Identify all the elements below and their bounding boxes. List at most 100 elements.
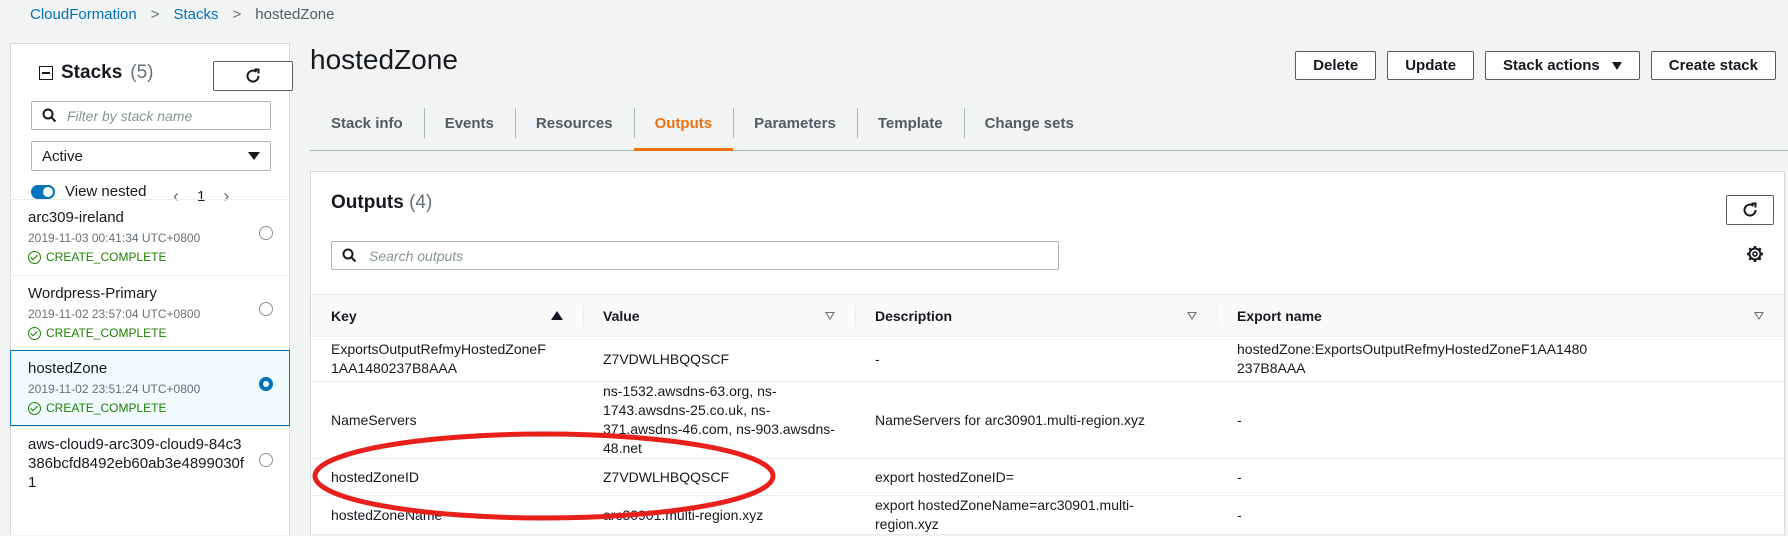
- check-circle-icon: [28, 401, 41, 415]
- column-label: Export name: [1237, 307, 1322, 324]
- cell-description: -: [855, 336, 1217, 382]
- sort-ascending-icon: [551, 311, 563, 320]
- column-label: Value: [603, 307, 640, 324]
- cell-export: -: [1217, 495, 1784, 535]
- stack-status: CREATE_COMPLETE: [28, 326, 289, 340]
- breadcrumb-cloudformation[interactable]: CloudFormation: [30, 6, 137, 23]
- stack-name[interactable]: hostedZone: [28, 359, 289, 378]
- sort-icon: [825, 311, 835, 320]
- stack-actions-bar: Delete Update Stack actions Create stack: [1295, 51, 1776, 80]
- stack-list-item-selected[interactable]: hostedZone 2019-11-02 23:51:24 UTC+0800 …: [10, 350, 290, 426]
- stack-status-select[interactable]: Active: [31, 141, 271, 171]
- breadcrumb-stacks[interactable]: Stacks: [173, 6, 218, 23]
- column-header-value[interactable]: Value: [583, 294, 855, 337]
- stack-list-item[interactable]: aws-cloud9-arc309-cloud9-84c3386bcfd8492…: [11, 426, 289, 536]
- refresh-icon: [1743, 202, 1757, 217]
- table-header-row: Key Value Description Export name: [311, 294, 1784, 337]
- table-row: ExportsOutputRefmyHostedZoneF1AA1480237B…: [311, 336, 1784, 382]
- stack-filter-field[interactable]: [31, 101, 271, 130]
- cell-value: Z7VDWLHBQQSCF: [583, 336, 855, 382]
- cell-key: hostedZoneName: [311, 495, 583, 535]
- cell-description: export hostedZoneName=arc30901.multi-reg…: [855, 495, 1217, 535]
- stack-radio-selected[interactable]: [259, 377, 273, 391]
- sidebar-count: (5): [130, 62, 154, 83]
- cell-value: arc30901.multi-region.xyz: [583, 495, 855, 535]
- tab-change-sets[interactable]: Change sets: [963, 104, 1095, 142]
- column-label: Description: [875, 307, 953, 324]
- output-key: ExportsOutputRefmyHostedZoneF1AA1480237B…: [331, 341, 546, 376]
- stack-date: 2019-11-03 00:41:34 UTC+0800: [28, 231, 201, 245]
- stack-name[interactable]: arc309-ireland: [28, 208, 289, 227]
- stack-name[interactable]: aws-cloud9-arc309-cloud9-84c3386bcfd8492…: [28, 435, 248, 492]
- tab-stack-info[interactable]: Stack info: [310, 104, 424, 142]
- view-nested-toggle[interactable]: [31, 184, 55, 199]
- stack-tabs: Stack info Events Resources Outputs Para…: [310, 104, 1788, 151]
- outputs-search-input[interactable]: [367, 246, 1051, 265]
- stack-filter-input[interactable]: [65, 106, 259, 125]
- column-header-export-name[interactable]: Export name: [1217, 294, 1784, 337]
- stack-radio[interactable]: [259, 453, 273, 467]
- outputs-header: Outputs (4): [331, 192, 432, 214]
- column-header-key[interactable]: Key: [311, 294, 583, 337]
- stacks-sidebar: Stacks (5) Active View nested ‹ 1 › arc3…: [10, 43, 293, 536]
- tab-events[interactable]: Events: [423, 104, 515, 142]
- gear-icon[interactable]: [1746, 245, 1764, 263]
- column-label: Key: [331, 307, 357, 324]
- refresh-icon: [246, 68, 260, 83]
- stack-status-text: CREATE_COMPLETE: [46, 401, 167, 415]
- tab-outputs[interactable]: Outputs: [633, 104, 734, 151]
- update-button[interactable]: Update: [1387, 51, 1475, 80]
- sidebar-title: Stacks: [61, 62, 123, 83]
- cell-description: NameServers for arc30901.multi-region.xy…: [855, 381, 1217, 459]
- stack-name[interactable]: Wordpress-Primary: [28, 284, 289, 303]
- column-header-description[interactable]: Description: [855, 294, 1217, 337]
- stack-radio[interactable]: [259, 226, 273, 240]
- breadcrumb: CloudFormation > Stacks > hostedZone: [30, 6, 335, 23]
- stack-list-item[interactable]: arc309-ireland 2019-11-03 00:41:34 UTC+0…: [11, 199, 289, 275]
- check-circle-icon: [28, 250, 41, 264]
- cell-value: Z7VDWLHBQQSCF: [583, 458, 855, 496]
- tab-template[interactable]: Template: [856, 104, 964, 142]
- outputs-search-field[interactable]: [331, 241, 1059, 270]
- stack-date: 2019-11-02 23:57:04 UTC+0800: [28, 307, 201, 321]
- stack-status-text: CREATE_COMPLETE: [46, 326, 167, 340]
- view-nested-row: View nested: [31, 183, 146, 200]
- view-nested-label: View nested: [65, 183, 147, 200]
- search-icon: [42, 108, 57, 123]
- outputs-count: (4): [409, 192, 433, 213]
- export-name: hostedZone:ExportsOutputRefmyHostedZoneF…: [1237, 341, 1588, 376]
- outputs-refresh-button[interactable]: [1726, 195, 1774, 225]
- table-row: hostedZoneID Z7VDWLHBQQSCF export hosted…: [311, 458, 1784, 496]
- cell-key: NameServers: [311, 381, 583, 459]
- tab-resources[interactable]: Resources: [514, 104, 634, 142]
- sidebar-header: Stacks (5): [39, 62, 154, 84]
- table-row: hostedZoneName arc30901.multi-region.xyz…: [311, 495, 1784, 535]
- stack-actions-label: Stack actions: [1503, 57, 1600, 74]
- chevron-right-icon: >: [232, 6, 242, 23]
- output-value: ns-1532.awsdns-63.org, ns-1743.awsdns-25…: [603, 383, 835, 456]
- stack-list-item[interactable]: Wordpress-Primary 2019-11-02 23:57:04 UT…: [11, 275, 289, 350]
- delete-button[interactable]: Delete: [1295, 51, 1377, 80]
- cell-key: hostedZoneID: [311, 458, 583, 496]
- sidebar-refresh-button[interactable]: [213, 61, 293, 91]
- cell-export: -: [1217, 381, 1784, 459]
- cell-key: ExportsOutputRefmyHostedZoneF1AA1480237B…: [311, 336, 583, 382]
- outputs-table: Key Value Description Export name Export…: [311, 294, 1784, 535]
- create-stack-button[interactable]: Create stack: [1650, 51, 1776, 80]
- stack-actions-dropdown[interactable]: Stack actions: [1485, 51, 1640, 80]
- collapse-icon[interactable]: [39, 66, 53, 80]
- breadcrumb-current: hostedZone: [255, 6, 335, 23]
- stack-radio[interactable]: [259, 302, 273, 316]
- tab-parameters[interactable]: Parameters: [733, 104, 857, 142]
- search-icon: [342, 248, 357, 263]
- cell-export: hostedZone:ExportsOutputRefmyHostedZoneF…: [1217, 336, 1784, 382]
- stack-status: CREATE_COMPLETE: [28, 401, 289, 415]
- cell-description: export hostedZoneID=: [855, 458, 1217, 496]
- stack-status-text: CREATE_COMPLETE: [46, 250, 167, 264]
- cell-value: ns-1532.awsdns-63.org, ns-1743.awsdns-25…: [583, 381, 855, 459]
- cell-export: -: [1217, 458, 1784, 496]
- check-circle-icon: [28, 326, 41, 340]
- table-row: NameServers ns-1532.awsdns-63.org, ns-17…: [311, 381, 1784, 459]
- stack-date: 2019-11-02 23:51:24 UTC+0800: [28, 382, 201, 396]
- stack-status: CREATE_COMPLETE: [28, 250, 289, 264]
